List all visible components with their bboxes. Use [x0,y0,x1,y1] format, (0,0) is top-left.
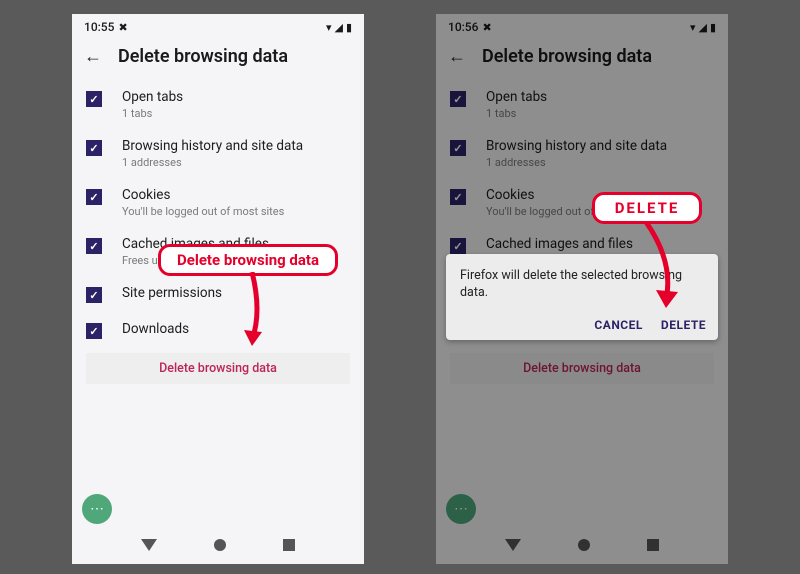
option-open-tabs[interactable]: ✓ Open tabs 1 tabs [86,81,350,130]
checkbox-icon[interactable]: ✓ [86,287,102,303]
status-time: 10:55 [84,20,114,34]
checkbox-icon[interactable]: ✓ [86,323,102,339]
callout-label: DELETE [615,199,680,217]
dots-icon: ⋯ [90,501,104,517]
status-bar: 10:55 ✖ ▾ ◢ ▮ [72,14,364,40]
option-cookies[interactable]: ✓ Cookies You'll be logged out of most s… [86,179,350,228]
annotation-callout-delete: Delete browsing data [158,244,338,276]
checkbox-icon[interactable]: ✓ [86,238,102,254]
back-icon[interactable]: ← [84,46,102,67]
option-label: Site permissions [122,285,222,301]
battery-icon: ▮ [346,22,352,33]
checkbox-icon[interactable]: ✓ [86,189,102,205]
phone-right: 10:56 ✖ ▾ ◢ ▮ ← Delete browsing data ✓ O… [436,14,728,564]
nav-home-icon[interactable] [214,539,226,551]
option-sublabel: 1 addresses [122,156,303,169]
delete-button-label: Delete browsing data [159,361,277,376]
delete-confirm-button[interactable]: DELETE [661,318,706,332]
phone-left: 10:55 ✖ ▾ ◢ ▮ ← Delete browsing data ✓ O… [72,14,364,564]
option-label: Browsing history and site data [122,138,303,154]
options-list: ✓ Open tabs 1 tabs ✓ Browsing history an… [72,81,364,349]
delete-browsing-data-button[interactable]: Delete browsing data [86,353,350,384]
nav-back-icon[interactable] [141,539,157,551]
fab-button[interactable]: ⋯ [82,494,112,524]
option-sublabel: You'll be logged out of most sites [122,205,284,218]
cancel-button[interactable]: CANCEL [594,318,642,332]
annotation-callout-delete-confirm: DELETE [592,192,702,224]
option-label: Cookies [122,187,284,203]
confirm-delete-dialog: Firefox will delete the selected browsin… [446,254,718,340]
wifi-icon: ▾ [326,22,332,33]
dialog-message: Firefox will delete the selected browsin… [460,268,706,302]
nav-recent-icon[interactable] [283,539,295,551]
checkbox-icon[interactable]: ✓ [86,140,102,156]
option-label: Open tabs [122,89,183,105]
callout-label: Delete browsing data [177,251,319,269]
option-label: Downloads [122,321,189,337]
option-site-permissions[interactable]: ✓ Site permissions [86,277,350,313]
option-history[interactable]: ✓ Browsing history and site data 1 addre… [86,130,350,179]
signal-icon: ◢ [334,22,342,33]
status-icon: ✖ [118,22,127,33]
page-title: Delete browsing data [118,46,288,67]
checkbox-icon[interactable]: ✓ [86,91,102,107]
android-navbar [72,530,364,560]
option-sublabel: 1 tabs [122,107,183,120]
option-downloads[interactable]: ✓ Downloads [86,313,350,349]
